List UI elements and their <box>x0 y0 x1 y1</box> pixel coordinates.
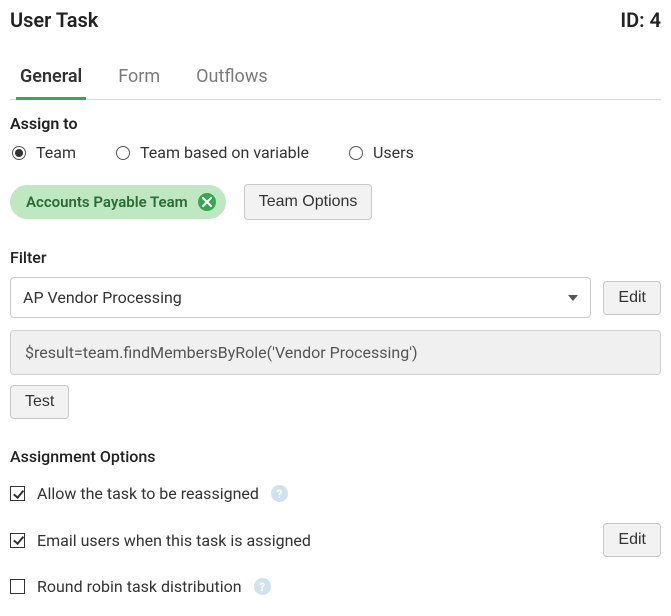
round-robin-label: Round robin task distribution <box>37 577 242 596</box>
help-icon[interactable]: ? <box>254 578 271 595</box>
radio-users-label: Users <box>373 143 414 162</box>
email-checkbox[interactable] <box>10 533 25 548</box>
filter-select-value: AP Vendor Processing <box>23 288 182 307</box>
round-robin-checkbox[interactable] <box>10 579 25 594</box>
radio-icon <box>12 146 26 160</box>
page-title: User Task <box>10 8 98 32</box>
assign-to-radio-group: Team Team based on variable Users <box>10 141 661 172</box>
assignment-options-label: Assignment Options <box>10 447 661 466</box>
email-edit-button[interactable]: Edit <box>603 523 661 557</box>
radio-team[interactable]: Team <box>12 143 76 162</box>
filter-select[interactable]: AP Vendor Processing <box>10 277 591 318</box>
filter-edit-button[interactable]: Edit <box>603 281 661 315</box>
task-id-label: ID: 4 <box>620 8 661 32</box>
reassign-checkbox[interactable] <box>10 486 25 501</box>
test-button[interactable]: Test <box>10 385 69 419</box>
chevron-down-icon <box>568 295 578 301</box>
team-chip: Accounts Payable Team <box>10 185 226 219</box>
assign-to-label: Assign to <box>10 114 661 133</box>
team-chip-label: Accounts Payable Team <box>26 193 188 211</box>
radio-users[interactable]: Users <box>349 143 414 162</box>
remove-team-button[interactable] <box>198 193 216 211</box>
filter-label: Filter <box>10 248 661 267</box>
help-icon[interactable]: ? <box>271 485 288 502</box>
tab-form[interactable]: Form <box>114 58 164 100</box>
email-label: Email users when this task is assigned <box>37 531 311 550</box>
team-options-button[interactable]: Team Options <box>244 184 373 220</box>
filter-expression: $result=team.findMembersByRole('Vendor P… <box>10 330 661 375</box>
radio-icon <box>116 146 130 160</box>
radio-team-label: Team <box>36 143 76 162</box>
tab-general[interactable]: General <box>16 58 86 100</box>
close-icon <box>202 197 212 207</box>
radio-team-variable[interactable]: Team based on variable <box>116 143 309 162</box>
radio-team-variable-label: Team based on variable <box>140 143 309 162</box>
tabs: General Form Outflows <box>10 58 661 100</box>
tab-outflows[interactable]: Outflows <box>192 58 272 100</box>
radio-icon <box>349 146 363 160</box>
reassign-label: Allow the task to be reassigned <box>37 484 259 503</box>
